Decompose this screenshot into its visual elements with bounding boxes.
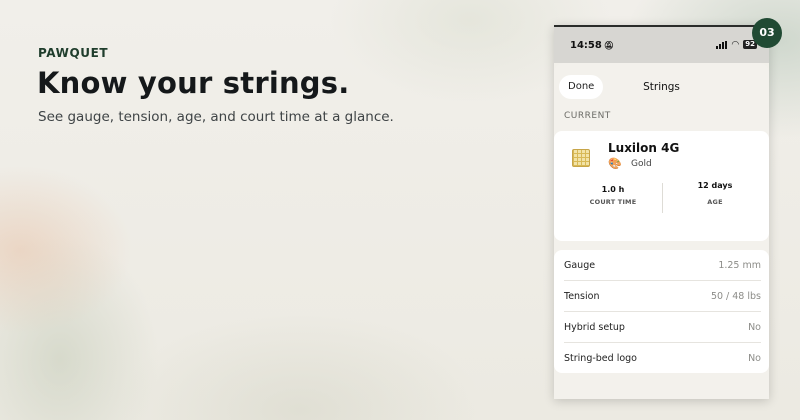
stat-value: 12 days (697, 181, 733, 190)
stat-court-time: 1.0 h COURT TIME (559, 185, 667, 206)
cellular-signal-icon (716, 40, 728, 49)
stat-label: COURT TIME (589, 198, 637, 206)
stat-age: 12 days AGE (661, 181, 769, 206)
bell-muted-icon: 🔕︎ (603, 41, 614, 50)
stat-label: AGE (707, 198, 723, 206)
phone-screen: 14:58 🔕︎ ◠ 92 Done Strings CURRENT Luxilo… (554, 25, 769, 399)
detail-value: 1.25 mm (718, 260, 761, 271)
strings-sheet: Done Strings CURRENT Luxilon 4G 🎨 Gold 1… (554, 63, 769, 399)
status-time-text: 14:58 (570, 40, 602, 51)
detail-label: Tension (564, 291, 600, 302)
detail-value: No (748, 353, 761, 364)
detail-row-hybrid-setup[interactable]: Hybrid setup No (564, 312, 761, 343)
subheadline: See gauge, tension, age, and court time … (38, 109, 394, 125)
wifi-icon: ◠ (731, 39, 740, 50)
detail-value: No (748, 322, 761, 333)
step-badge: 03 (752, 18, 782, 48)
status-time: 14:58 🔕︎ (570, 40, 614, 51)
section-header-current: CURRENT (564, 111, 611, 121)
status-icons: ◠ 92 (716, 40, 757, 49)
string-color: Gold (631, 159, 652, 169)
nav-bar: Done Strings (554, 63, 769, 107)
stat-value: 1.0 h (601, 185, 625, 194)
detail-label: Hybrid setup (564, 322, 625, 333)
current-string-card[interactable]: Luxilon 4G 🎨 Gold 1.0 h COURT TIME 12 da… (554, 131, 769, 241)
detail-row-tension[interactable]: Tension 50 / 48 lbs (564, 281, 761, 312)
string-details-list: Gauge 1.25 mm Tension 50 / 48 lbs Hybrid… (554, 250, 769, 373)
palette-icon: 🎨 (608, 157, 622, 170)
string-bed-icon (572, 149, 590, 167)
detail-label: Gauge (564, 260, 596, 271)
detail-value: 50 / 48 lbs (710, 291, 761, 302)
nav-title: Strings (643, 81, 680, 93)
detail-row-gauge[interactable]: Gauge 1.25 mm (564, 250, 761, 281)
string-name: Luxilon 4G (608, 141, 680, 155)
detail-label: String-bed logo (564, 353, 637, 364)
brand-name: PAWQUET (38, 46, 109, 60)
detail-row-string-bed-logo[interactable]: String-bed logo No (564, 343, 761, 373)
headline: Know your strings. (37, 66, 350, 100)
status-bar: 14:58 🔕︎ ◠ 92 (554, 27, 769, 63)
